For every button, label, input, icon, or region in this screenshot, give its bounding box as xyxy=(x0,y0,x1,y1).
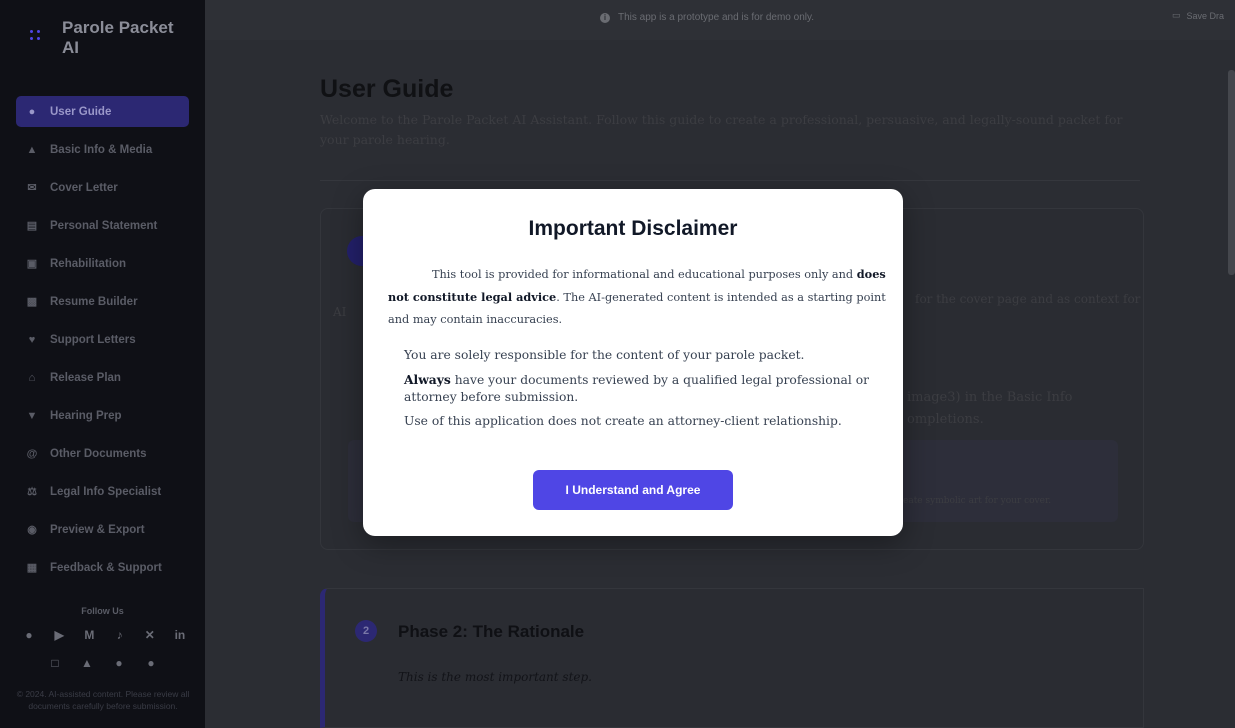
briefcase-icon: ▩ xyxy=(26,296,38,308)
sidebar-item-basic-info[interactable]: ▲ Basic Info & Media xyxy=(16,134,189,165)
disclaimer-paragraph: This tool is provided for informational … xyxy=(388,263,888,331)
top-bar: i This app is a prototype and is for dem… xyxy=(205,0,1235,40)
sidebar-item-label: Feedback & Support xyxy=(50,561,162,574)
sidebar-item-preview-export[interactable]: ◉ Preview & Export xyxy=(16,514,189,545)
phase-2-card xyxy=(320,588,1144,728)
text-fragment-symbolic: eate symbolic art for your cover. xyxy=(903,496,1052,506)
x-icon[interactable]: ✕ xyxy=(143,628,157,642)
sidebar-item-hearing-prep[interactable]: ▼ Hearing Prep xyxy=(16,400,189,431)
sidebar-item-label: Hearing Prep xyxy=(50,409,122,422)
sidebar-item-resume-builder[interactable]: ▩ Resume Builder xyxy=(16,286,189,317)
brand[interactable]: Parole Packet AI xyxy=(28,18,182,58)
text-fragment-completions: ompletions. xyxy=(907,412,984,427)
medium-icon[interactable]: M xyxy=(82,628,96,642)
sidebar-item-user-guide[interactable]: ● User Guide xyxy=(16,96,189,127)
save-icon: ▭ xyxy=(1172,10,1181,20)
sidebar-item-label: User Guide xyxy=(50,105,112,118)
sidebar-item-personal-statement[interactable]: ▤ Personal Statement xyxy=(16,210,189,241)
file-icon: ▤ xyxy=(26,220,38,232)
disclaimer-list: You are solely responsible for the conte… xyxy=(404,347,884,437)
phase-2-badge: 2 xyxy=(355,620,377,642)
text-fragment-image: image3) in the Basic Info xyxy=(907,390,1073,405)
sidebar-item-label: Legal Info Specialist xyxy=(50,485,162,498)
page-title: User Guide xyxy=(320,75,454,103)
text-fragment-cover: for the cover page and as context for xyxy=(915,292,1141,306)
at-icon: @ xyxy=(26,447,38,460)
sidebar-item-label: Cover Letter xyxy=(50,181,118,194)
save-draft-label: Save Dra xyxy=(1186,10,1225,21)
sidebar-item-label: Rehabilitation xyxy=(50,257,127,270)
disclaimer-item-text: have your documents reviewed by a qualif… xyxy=(404,373,869,404)
sidebar-item-rehabilitation[interactable]: ▣ Rehabilitation xyxy=(16,248,189,279)
scrollbar[interactable] xyxy=(1228,70,1235,275)
modal-title: Important Disclaimer xyxy=(528,217,738,240)
sidebar-item-label: Personal Statement xyxy=(50,219,158,232)
sidebar-item-other-documents[interactable]: @ Other Documents xyxy=(16,438,189,469)
sidebar-item-label: Resume Builder xyxy=(50,295,138,308)
brand-title: Parole Packet AI xyxy=(62,18,174,57)
sidebar-item-label: Release Plan xyxy=(50,371,121,384)
disclaimer-text: This tool is provided for informational … xyxy=(432,268,857,281)
disclaimer-item: Use of this application does not create … xyxy=(404,414,842,428)
info-icon: ● xyxy=(28,105,36,118)
divider xyxy=(320,180,1140,181)
reddit-icon[interactable]: ● xyxy=(112,656,126,670)
sidebar-item-support-letters[interactable]: ♥ Support Letters xyxy=(16,324,189,355)
sidebar-item-legal-info-specialist[interactable]: ⚖ Legal Info Specialist xyxy=(16,476,189,507)
sidebar: Parole Packet AI ● User Guide ▲ Basic In… xyxy=(0,0,205,728)
sidebar-nav: ● User Guide ▲ Basic Info & Media ✉ Cove… xyxy=(16,96,189,590)
message-icon: ▦ xyxy=(26,562,38,574)
prototype-notice-text: This app is a prototype and is for demo … xyxy=(618,12,815,23)
sidebar-item-label: Support Letters xyxy=(50,333,136,346)
sidebar-item-label: Preview & Export xyxy=(50,523,145,536)
text-fragment-ai: AI xyxy=(333,305,347,319)
info-icon: i xyxy=(600,12,610,23)
eye-icon: ◉ xyxy=(27,524,37,536)
instagram-icon[interactable]: □ xyxy=(48,656,62,670)
gavel-icon: ▼ xyxy=(26,409,38,422)
disclaimer-item: Always have your documents reviewed by a… xyxy=(404,371,884,406)
linkedin-icon[interactable]: in xyxy=(173,628,187,642)
facebook-icon[interactable]: ● xyxy=(22,628,36,642)
pinterest-icon[interactable]: ● xyxy=(144,656,158,670)
follow-us-label: Follow Us xyxy=(81,606,124,616)
sidebar-item-label: Basic Info & Media xyxy=(50,143,153,156)
sidebar-item-release-plan[interactable]: ⌂ Release Plan xyxy=(16,362,189,393)
disclaimer-item-bold: Always xyxy=(404,372,451,387)
youtube-icon[interactable]: ▶ xyxy=(52,628,66,642)
disclaimer-modal: Important Disclaimer This tool is provid… xyxy=(363,189,903,536)
agree-button[interactable]: I Understand and Agree xyxy=(533,470,733,510)
sidebar-item-feedback-support[interactable]: ▦ Feedback & Support xyxy=(16,552,189,583)
sidebar-item-label: Other Documents xyxy=(50,447,147,460)
save-draft-button[interactable]: ▭ Save Dra xyxy=(1172,10,1224,21)
social-links: ● ▶ M ♪ ✕ in xyxy=(22,628,187,642)
envelope-icon: ✉ xyxy=(27,182,37,194)
user-icon: ▲ xyxy=(26,143,38,156)
sidebar-item-cover-letter[interactable]: ✉ Cover Letter xyxy=(16,172,189,203)
threads-icon[interactable]: ▲ xyxy=(80,656,94,670)
intro-text: Welcome to the Parole Packet AI Assistan… xyxy=(320,112,1123,147)
social-links-row-2: □ ▲ ● ● xyxy=(48,656,158,670)
prototype-notice: i This app is a prototype and is for dem… xyxy=(600,12,814,23)
phase-2-note: This is the most important step. xyxy=(398,670,592,684)
tiktok-icon[interactable]: ♪ xyxy=(113,628,127,642)
heart-icon: ♥ xyxy=(28,333,36,346)
phase-2-title: Phase 2: The Rationale xyxy=(398,622,585,641)
clipboard-icon: ▣ xyxy=(26,258,38,270)
disclaimer-item: You are solely responsible for the conte… xyxy=(404,348,805,362)
scale-icon: ⚖ xyxy=(27,486,37,498)
home-icon: ⌂ xyxy=(28,371,36,384)
copyright-notice: © 2024. AI-assisted content. Please revi… xyxy=(16,689,190,711)
logo-icon xyxy=(28,28,50,50)
